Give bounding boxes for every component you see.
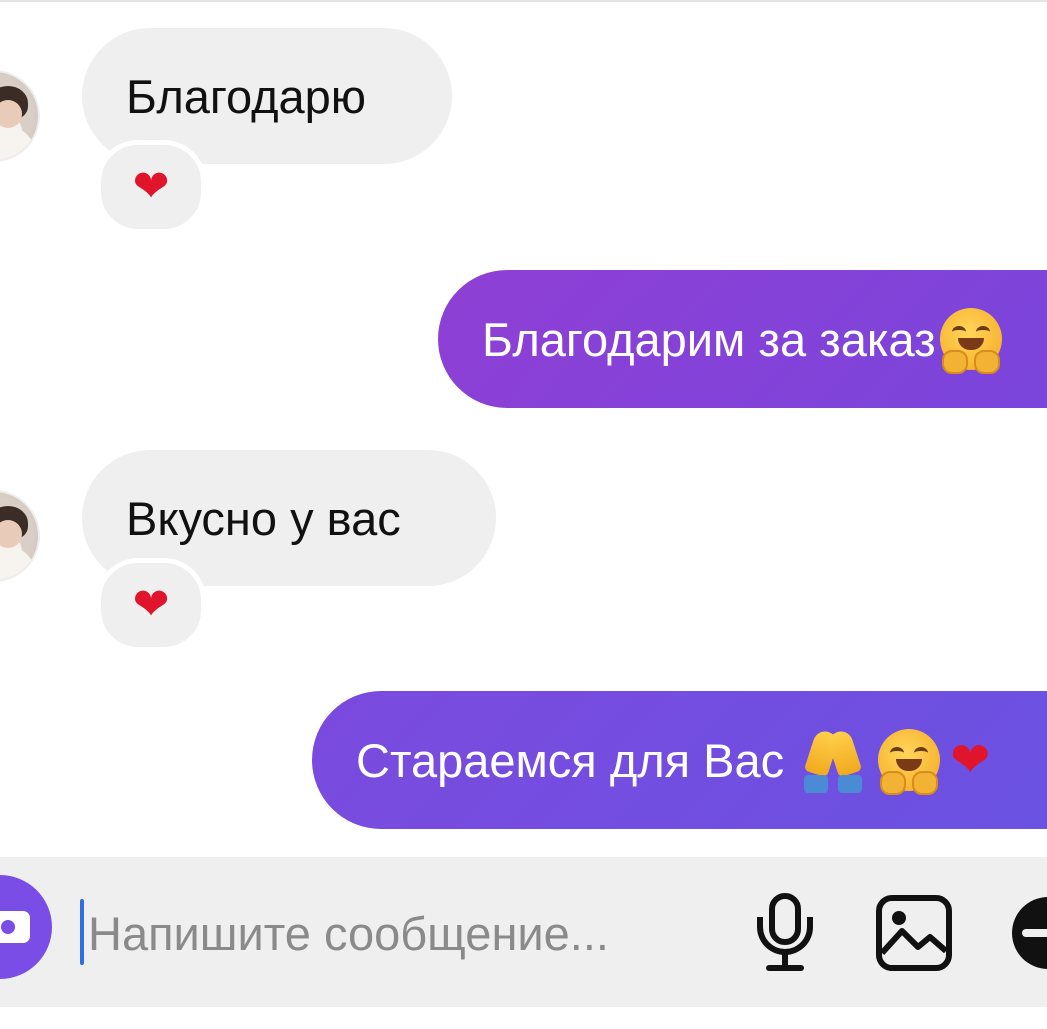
outgoing-message-bubble[interactable]: Благодарим за заказ <box>438 270 1047 408</box>
outgoing-message-bubble[interactable]: Стараемся для Вас ❤ <box>312 691 1047 829</box>
sender-avatar[interactable] <box>0 490 40 582</box>
more-icon <box>1022 929 1047 937</box>
reaction-badge[interactable]: ❤ <box>96 558 206 652</box>
top-divider <box>0 0 1047 2</box>
microphone-button[interactable] <box>752 891 818 975</box>
microphone-capsule <box>769 893 801 945</box>
hugging-face-icon <box>939 308 1002 375</box>
folded-hands-icon <box>802 727 864 793</box>
message-composer <box>0 857 1047 1007</box>
microphone-base <box>766 965 804 971</box>
sender-avatar[interactable] <box>0 70 40 162</box>
more-button[interactable] <box>1012 897 1047 969</box>
camera-button[interactable] <box>0 875 52 979</box>
message-text: Стараемся для Вас <box>356 733 785 787</box>
message-text: Благодарим за заказ <box>482 312 936 366</box>
mountain-shape <box>882 928 946 956</box>
gallery-button[interactable] <box>876 895 952 971</box>
red-heart-icon: ❤ <box>950 732 991 788</box>
heart-icon: ❤ <box>132 579 170 630</box>
message-text: Вкусно у вас <box>126 491 401 545</box>
chat-screen: Благодарю ❤ Благодарим за заказ Вкусно у… <box>0 0 1047 1029</box>
hugging-face-icon <box>878 729 941 796</box>
message-input[interactable] <box>88 893 728 973</box>
text-caret <box>80 899 84 965</box>
heart-icon: ❤ <box>132 161 170 212</box>
message-text: Благодарю <box>126 69 367 123</box>
reaction-badge[interactable]: ❤ <box>96 140 206 234</box>
